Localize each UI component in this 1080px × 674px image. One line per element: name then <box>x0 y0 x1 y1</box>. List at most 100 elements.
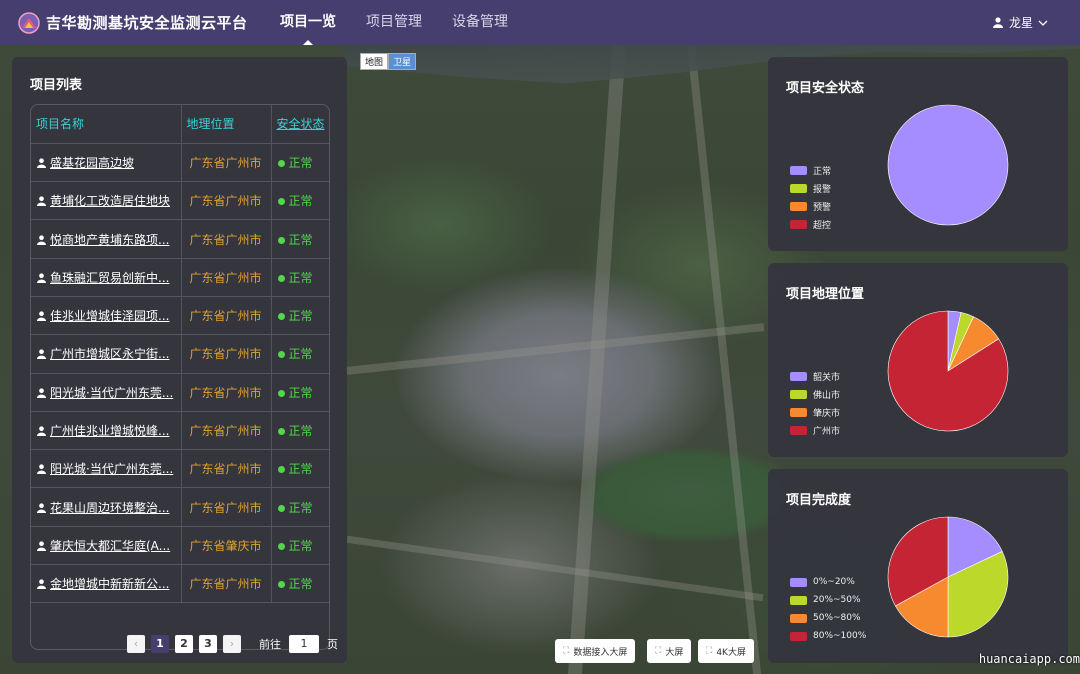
completion-legend: 0%~20% 20%~50% 50%~80% 80%~100% <box>790 573 866 645</box>
legend-item[interactable]: 广州市 <box>790 421 840 439</box>
legend-label: 肇庆市 <box>813 408 841 419</box>
table-row[interactable]: 花果山周边环境整治... 广东省广州市 正常 <box>31 487 329 527</box>
legend-item[interactable]: 0%~20% <box>790 573 866 591</box>
status-dot-icon <box>277 198 285 206</box>
project-status: 正常 <box>270 143 329 183</box>
table-row[interactable]: 肇庆恒大都汇华庭(A... 广东省肇庆市 正常 <box>31 526 329 566</box>
legend-item[interactable]: 佛山市 <box>790 385 840 403</box>
table-header-row: 项目名称 地理位置 安全状态 <box>31 105 329 144</box>
table-row[interactable]: 鱼珠融汇贸易创新中... 广东省广州市 正常 <box>31 258 329 297</box>
project-name-link[interactable]: 黄埔化工改造居住地块 <box>31 181 181 221</box>
project-location: 广东省广州市 <box>180 411 271 451</box>
legend-swatch <box>790 425 807 435</box>
goto-label: 前往 <box>259 638 281 651</box>
data-access-screen-button[interactable]: ⛶ 数据接入大屏 <box>555 639 636 663</box>
table-row[interactable]: 广州佳兆业增城悦峰... 广东省广州市 正常 <box>31 411 329 451</box>
status-dot-icon <box>277 428 285 436</box>
page-2-button[interactable]: 2 <box>175 635 193 653</box>
project-name-link[interactable]: 阳光城·当代广州东莞... <box>31 449 181 489</box>
legend-item[interactable]: 超控 <box>790 215 831 233</box>
status-label: 正常 <box>288 347 313 362</box>
status-dot-icon <box>277 313 285 321</box>
project-name-link[interactable]: 广州市增城区永宁街... <box>31 334 181 374</box>
legend-label: 韶关市 <box>813 372 841 383</box>
nav-item-project-management[interactable]: 项目管理 <box>366 0 422 45</box>
column-header-status[interactable]: 安全状态 <box>270 105 329 144</box>
table-row[interactable]: 盛基花园高边坡 广东省广州市 正常 <box>31 143 329 183</box>
project-name-link[interactable]: 阳光城·当代广州东莞... <box>31 373 181 412</box>
project-name-link[interactable]: 金地增城中新新新公... <box>31 564 181 604</box>
project-status: 正常 <box>270 296 329 336</box>
legend-item[interactable]: 正常 <box>790 161 831 179</box>
pagination: ‹ 1 2 3 › 前往 1 页 <box>127 635 338 653</box>
legend-item[interactable]: 20%~50% <box>790 591 866 609</box>
user-icon <box>37 234 46 245</box>
nav-item-device-management[interactable]: 设备管理 <box>452 0 508 45</box>
legend-swatch <box>790 613 807 623</box>
prev-page-button[interactable]: ‹ <box>127 635 145 653</box>
legend-label: 0%~20% <box>813 577 855 587</box>
table-row[interactable]: 阳光城·当代广州东莞... 广东省广州市 正常 <box>31 373 329 412</box>
location-pie-chart <box>887 310 1009 432</box>
project-status: 正常 <box>270 449 329 489</box>
table-row[interactable]: 佳兆业增城佳泽园项... 广东省广州市 正常 <box>31 296 329 336</box>
legend-item[interactable]: 50%~80% <box>790 609 866 627</box>
location-legend: 韶关市佛山市肇庆市广州市 <box>790 367 840 439</box>
big-screen-label: 大屏 <box>665 647 684 658</box>
user-menu[interactable]: 龙星 <box>992 0 1054 45</box>
page-1-button[interactable]: 1 <box>151 635 169 653</box>
project-name: 金地增城中新新新公... <box>50 577 170 592</box>
project-status: 正常 <box>270 258 329 297</box>
column-header-location[interactable]: 地理位置 <box>180 105 271 144</box>
table-row[interactable]: 悦商地产黄埔东路项... 广东省广州市 正常 <box>31 219 329 259</box>
project-location: 广东省广州市 <box>180 181 271 221</box>
legend-item[interactable]: 肇庆市 <box>790 403 840 421</box>
table-row[interactable]: 广州市增城区永宁街... 广东省广州市 正常 <box>31 334 329 374</box>
chevron-down-icon <box>1038 20 1048 26</box>
project-location: 广东省广州市 <box>180 564 271 604</box>
status-label: 正常 <box>288 155 313 170</box>
big-screen-button[interactable]: ⛶ 大屏 <box>647 639 692 663</box>
goto-page-input[interactable]: 1 <box>289 635 319 653</box>
user-icon <box>37 426 46 436</box>
map-type-satellite-button[interactable]: 卫星 <box>388 53 417 70</box>
user-icon <box>37 273 46 283</box>
legend-item[interactable]: 韶关市 <box>790 367 840 385</box>
legend-label: 80%~100% <box>813 631 867 641</box>
legend-swatch <box>790 631 807 641</box>
4k-screen-button[interactable]: ⛶ 4K大屏 <box>698 639 754 663</box>
pie-slice-正常[interactable] <box>887 104 1009 226</box>
status-dot-icon <box>277 274 285 282</box>
project-name: 花果山周边环境整治... <box>50 500 170 515</box>
project-list-title: 项目列表 <box>30 78 83 93</box>
project-name: 阳光城·当代广州东莞... <box>50 385 174 400</box>
table-row[interactable]: 阳光城·当代广州东莞... 广东省广州市 正常 <box>31 449 329 489</box>
project-name-link[interactable]: 肇庆恒大都汇华庭(A... <box>31 526 181 566</box>
next-page-button[interactable]: › <box>223 635 241 653</box>
project-status: 正常 <box>270 181 329 221</box>
legend-swatch <box>790 219 807 229</box>
status-dot-icon <box>277 236 285 244</box>
project-status: 正常 <box>270 411 329 451</box>
safety-status-panel: 项目安全状态 正常 报警 预警 超控 <box>768 57 1068 251</box>
project-name-link[interactable]: 佳兆业增城佳泽园项... <box>31 296 181 336</box>
status-label: 正常 <box>288 194 313 209</box>
project-name-link[interactable]: 盛基花园高边坡 <box>31 143 181 183</box>
location-title: 项目地理位置 <box>786 287 865 302</box>
nav-item-overview[interactable]: 项目一览 <box>280 0 336 45</box>
legend-label: 20%~50% <box>813 595 861 605</box>
project-name-link[interactable]: 鱼珠融汇贸易创新中... <box>31 258 181 297</box>
table-row[interactable]: 金地增城中新新新公... 广东省广州市 正常 <box>31 564 329 604</box>
legend-item[interactable]: 预警 <box>790 197 831 215</box>
column-header-name[interactable]: 项目名称 <box>31 105 181 144</box>
legend-item[interactable]: 报警 <box>790 179 831 197</box>
project-name-link[interactable]: 广州佳兆业增城悦峰... <box>31 411 181 451</box>
safety-pie-chart <box>887 104 1009 226</box>
legend-label: 正常 <box>813 166 832 177</box>
page-3-button[interactable]: 3 <box>199 635 217 653</box>
project-name-link[interactable]: 悦商地产黄埔东路项... <box>31 219 181 259</box>
legend-item[interactable]: 80%~100% <box>790 627 866 645</box>
table-row[interactable]: 黄埔化工改造居住地块 广东省广州市 正常 <box>31 181 329 221</box>
map-type-map-button[interactable]: 地图 <box>360 53 389 70</box>
project-name-link[interactable]: 花果山周边环境整治... <box>31 487 181 527</box>
